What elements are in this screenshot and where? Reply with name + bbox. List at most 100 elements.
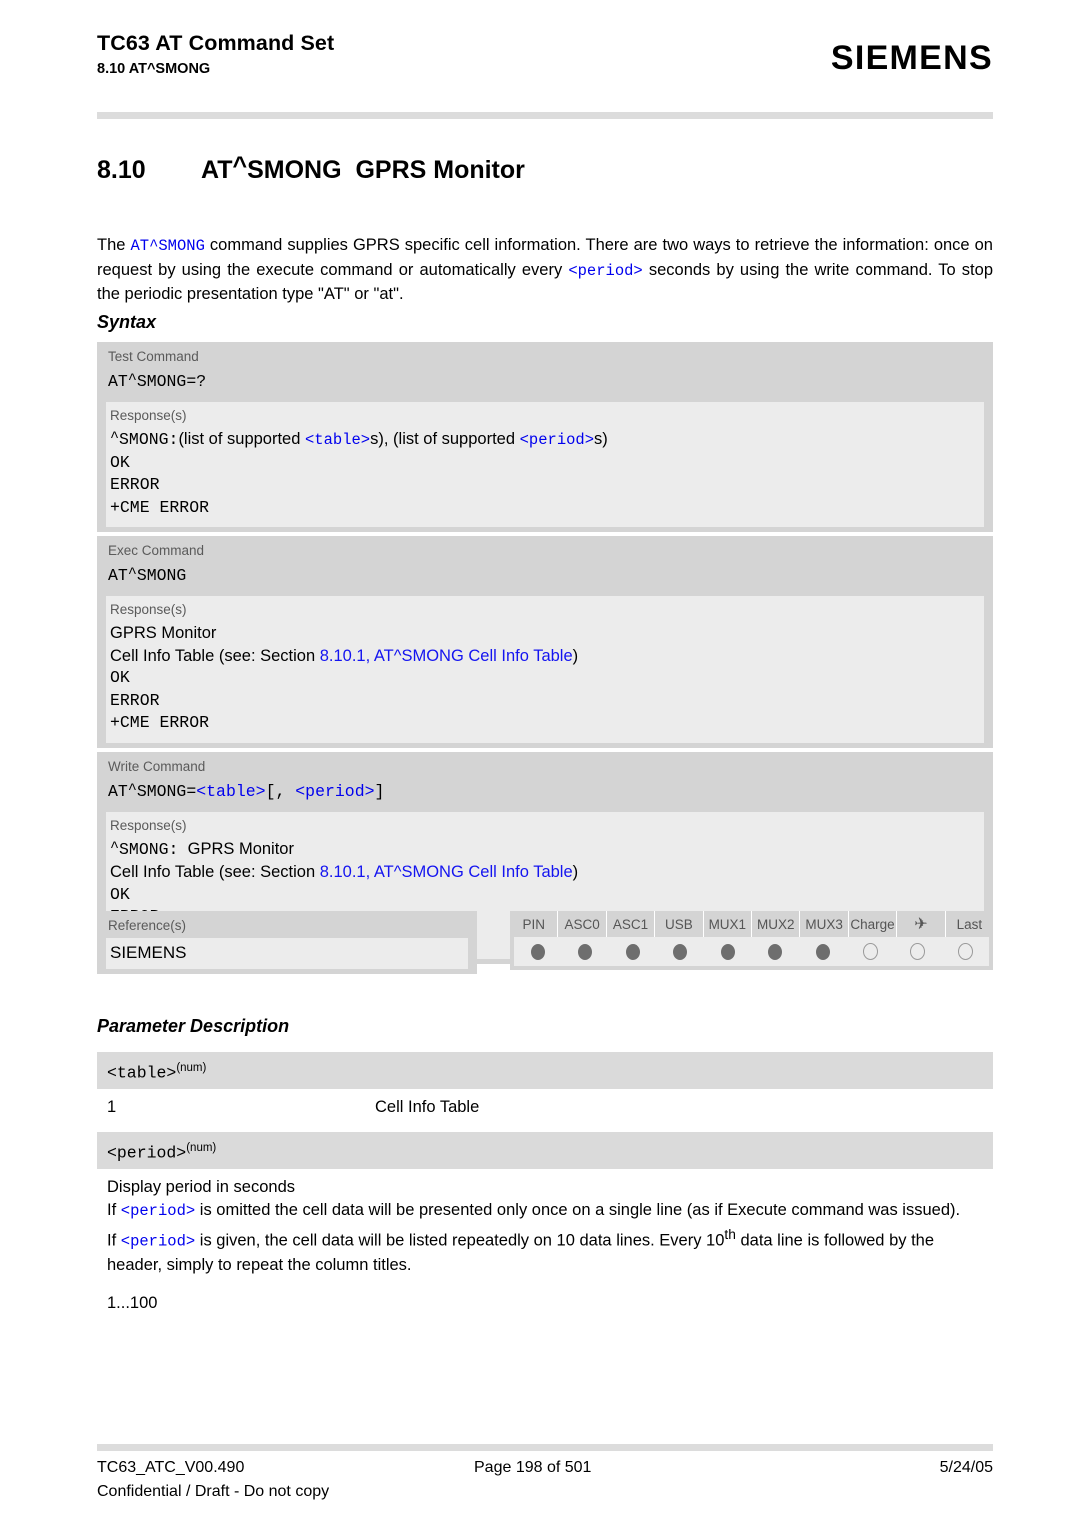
test-response-body: ^SMONG:(list of supported <table>s), (li… xyxy=(106,428,984,519)
references-block: Reference(s) SIEMENS xyxy=(97,911,477,974)
exec-response-error: ERROR xyxy=(110,690,160,710)
airplane-icon: ✈ xyxy=(897,911,946,937)
exec-command-block: Exec Command AT^SMONG Response(s) GPRS M… xyxy=(97,536,993,748)
page-footer: TC63_ATC_V00.490 Page 198 of 501 5/24/05… xyxy=(97,1457,993,1503)
exec-response-line-2: Cell Info Table (see: Section 8.10.1, AT… xyxy=(110,645,984,668)
exec-command-label: Exec Command xyxy=(108,543,205,558)
test-response-line-1: ^SMONG:(list of supported <table>s), (li… xyxy=(110,429,608,449)
test-response-ok: OK xyxy=(110,452,130,472)
port-column-header-charge: Charge xyxy=(849,911,898,937)
write-command-label: Write Command xyxy=(108,758,206,774)
port-cell xyxy=(609,943,657,960)
port-column-header-last: Last xyxy=(956,917,983,932)
syntax-heading: Syntax xyxy=(97,312,157,332)
port-dot-unsupported-icon xyxy=(862,943,878,960)
caret-symbol: ^ xyxy=(232,152,248,180)
port-dot-unsupported-icon xyxy=(910,943,926,960)
period-text: If xyxy=(107,1201,121,1220)
write-cell-info-link[interactable]: 8.10.1, AT^SMONG Cell Info Table xyxy=(320,863,573,881)
parameter-table-block: <table>(num) 1 Cell Info Table xyxy=(97,1052,993,1119)
siemens-logo: SIEMENS xyxy=(830,39,993,77)
exec-command-syntax: AT^SMONG xyxy=(108,565,187,585)
footer-divider xyxy=(97,1444,993,1451)
section-command-prefix: AT xyxy=(201,156,233,184)
port-cell xyxy=(942,943,990,960)
write-command-mid: [, xyxy=(265,781,296,801)
test-command-syntax: AT^SMONG=? xyxy=(108,371,207,391)
test-response-label: Response(s) xyxy=(110,408,187,423)
port-dot-unsupported-icon xyxy=(957,943,973,960)
test-resp-t3: s) xyxy=(594,430,608,448)
write-command-post: ] xyxy=(374,781,385,801)
exec-response-box: Response(s) GPRS Monitor Cell Info Table… xyxy=(106,596,984,743)
period-token: <period> xyxy=(120,1232,196,1251)
port-table-dots xyxy=(514,937,989,966)
exec-response-body: GPRS Monitor Cell Info Table (see: Secti… xyxy=(106,622,984,735)
write-response-label: Response(s) xyxy=(110,817,187,833)
period-token: <period> xyxy=(120,1202,196,1221)
port-column-header-mux2: MUX2 xyxy=(752,911,801,937)
port-dot-supported-icon xyxy=(530,943,545,960)
parameter-table-type: (num) xyxy=(176,1062,207,1074)
test-response-box: Response(s) ^SMONG:(list of supported <t… xyxy=(106,402,984,527)
parameter-value-desc: Cell Info Table xyxy=(375,1098,480,1117)
port-dot-supported-icon xyxy=(578,943,593,960)
exec-line2-pre: Cell Info Table (see: Section xyxy=(110,646,320,665)
page-title: 8.10 AT^SMONG GPRS Monitor xyxy=(97,152,525,185)
parameter-period-type: (num) xyxy=(186,1142,217,1154)
parameter-period-range: 1...100 xyxy=(107,1293,158,1312)
intro-period-token: <period> xyxy=(568,261,643,280)
port-dot-supported-icon xyxy=(720,943,735,960)
intro-text-1: The xyxy=(97,236,131,254)
test-response-cme-error: +CME ERROR xyxy=(110,497,210,517)
parameter-period-header: <period>(num) xyxy=(97,1132,993,1170)
parameter-value: 1 xyxy=(107,1098,117,1117)
write-response-line-2: Cell Info Table (see: Section 8.10.1, AT… xyxy=(110,861,984,884)
write-response-line-1: ^SMONG: GPRS Monitor xyxy=(110,838,294,859)
parameter-table-header: <table>(num) xyxy=(97,1052,993,1090)
parameter-period-line-1: Display period in seconds xyxy=(107,1176,993,1199)
parameter-period-line-3: If <period> is given, the cell data will… xyxy=(107,1223,993,1277)
test-resp-token-table: <table> xyxy=(305,431,371,449)
test-resp-t1: (list of supported xyxy=(178,430,305,448)
port-column-header-mux3: MUX3 xyxy=(800,911,849,937)
test-resp-token-period: <period> xyxy=(519,431,595,449)
parameter-description-heading: Parameter Description xyxy=(97,1016,290,1036)
period-text: is omitted the cell data will be present… xyxy=(195,1201,961,1220)
write-token-period: <period> xyxy=(295,781,375,801)
port-cell xyxy=(894,943,942,960)
document-title: TC63 AT Command Set xyxy=(97,31,335,55)
references-value: SIEMENS xyxy=(106,938,468,969)
exec-line2-post: ) xyxy=(572,646,579,665)
exec-cell-info-link[interactable]: 8.10.1, AT^SMONG Cell Info Table xyxy=(320,647,573,665)
port-support-table: PIN ASC0 ASC1 USB MUX1 MUX2 MUX3 Charge ✈ Last xyxy=(510,911,993,970)
footer-date: 5/24/05 xyxy=(939,1459,993,1476)
section-command-suffix: SMONG xyxy=(247,156,342,184)
write-token-table: <table> xyxy=(196,781,266,801)
write-line1-text: GPRS Monitor xyxy=(187,839,294,858)
write-command-syntax: AT^SMONG=<table>[, <period>] xyxy=(108,780,385,801)
page-header: TC63 AT Command Set 8.10 AT^SMONG SIEMEN… xyxy=(97,30,993,79)
exec-response-cme-error: +CME ERROR xyxy=(110,713,210,732)
section-number: 8.10 xyxy=(97,156,146,184)
period-text: Display period in seconds xyxy=(107,1178,296,1197)
intro-paragraph: The AT^SMONG command supplies GPRS speci… xyxy=(97,234,993,307)
write-line2-pre: Cell Info Table (see: Section xyxy=(110,863,320,881)
port-dot-supported-icon xyxy=(815,943,830,960)
exec-response-line-1: GPRS Monitor xyxy=(110,624,217,642)
port-dot-supported-icon xyxy=(625,943,640,960)
parameter-period-body: Display period in seconds If <period> is … xyxy=(97,1169,993,1315)
port-cell xyxy=(799,943,847,960)
parameter-period-block: <period>(num) Display period in seconds I… xyxy=(97,1132,993,1315)
header-section-ref: 8.10 AT^SMONG xyxy=(97,61,211,77)
parameter-table-body: 1 Cell Info Table xyxy=(97,1089,993,1119)
header-divider xyxy=(97,112,993,119)
port-cell xyxy=(562,943,610,960)
parameter-value-row: 1 Cell Info Table xyxy=(107,1096,993,1119)
footer-doc-id: TC63_ATC_V00.490 xyxy=(97,1459,245,1476)
port-column-header-asc0: ASC0 xyxy=(558,911,607,937)
exec-response-label: Response(s) xyxy=(110,602,187,617)
footer-confidential-notice: Confidential / Draft - Do not copy xyxy=(97,1483,330,1500)
port-dot-supported-icon xyxy=(673,943,688,960)
